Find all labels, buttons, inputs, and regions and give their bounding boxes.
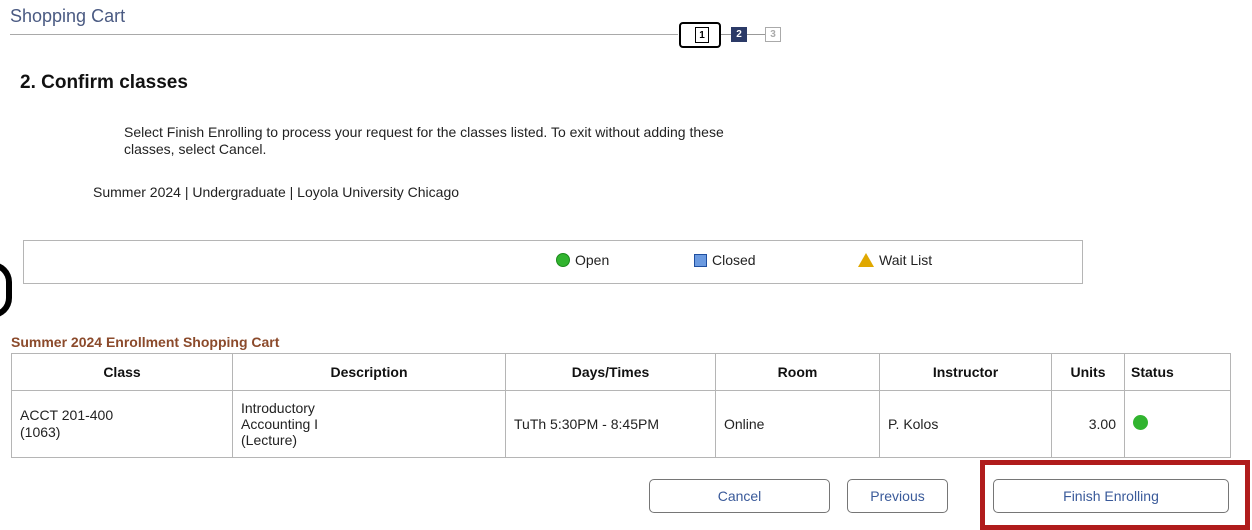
closed-square-icon	[694, 253, 707, 267]
highlight-box	[980, 460, 1250, 530]
class-cell: ACCT 201-400 (1063)	[11, 390, 233, 458]
column-header: Instructor	[879, 353, 1052, 391]
instructor-cell: P. Kolos	[879, 390, 1052, 458]
class-number: (1063)	[20, 424, 61, 440]
step-connector	[747, 34, 765, 35]
column-header: Description	[232, 353, 506, 391]
step-1-box: 1	[679, 22, 721, 48]
units-cell: 3.00	[1051, 390, 1125, 458]
table-header-row: Class Description Days/Times Room Instru…	[11, 353, 1231, 391]
step-2-number: 2	[731, 27, 747, 42]
room-cell: Online	[715, 390, 880, 458]
term-info: Summer 2024 | Undergraduate | Loyola Uni…	[93, 184, 460, 200]
legend-open: Open	[556, 252, 609, 268]
legend-closed: Closed	[694, 252, 756, 268]
description-cell: Introductory Accounting I (Lecture)	[232, 390, 506, 458]
column-header: Status	[1124, 353, 1231, 391]
legend-open-label: Open	[575, 252, 610, 268]
previous-button[interactable]: Previous	[847, 479, 948, 513]
title-divider	[10, 34, 678, 35]
step-3-number: 3	[765, 27, 781, 42]
open-status-icon	[1133, 415, 1148, 430]
days-times-cell: TuTh 5:30PM - 8:45PM	[505, 390, 716, 458]
column-header: Room	[715, 353, 880, 391]
status-cell	[1124, 390, 1231, 458]
step-indicator: 1 2 3	[679, 22, 789, 48]
column-header: Class	[11, 353, 233, 391]
instructions-text: Select Finish Enrolling to process your …	[124, 124, 724, 157]
cart-title: Summer 2024 Enrollment Shopping Cart	[11, 334, 280, 350]
legend-closed-label: Closed	[712, 252, 756, 268]
table-row: ACCT 201-400 (1063) Introductory Account…	[11, 390, 1231, 458]
shopping-cart-table: Class Description Days/Times Room Instru…	[11, 353, 1231, 458]
open-circle-icon	[556, 253, 570, 267]
edge-artifact	[0, 262, 12, 318]
legend-wait-list: Wait List	[858, 252, 932, 268]
cancel-button[interactable]: Cancel	[649, 479, 830, 513]
wait-list-triangle-icon	[858, 253, 874, 267]
step-1-number: 1	[695, 27, 709, 43]
legend-wait-list-label: Wait List	[879, 252, 933, 268]
description-line: Introductory	[241, 400, 315, 416]
section-heading: 2. Confirm classes	[20, 72, 188, 93]
class-code: ACCT 201-400	[20, 407, 114, 423]
description-line: Accounting I	[241, 416, 319, 432]
column-header: Units	[1051, 353, 1125, 391]
status-legend: Open Closed Wait List	[23, 240, 1083, 284]
description-line: (Lecture)	[241, 432, 298, 448]
column-header: Days/Times	[505, 353, 716, 391]
step-connector	[721, 34, 731, 35]
page-title: Shopping Cart	[10, 6, 126, 26]
